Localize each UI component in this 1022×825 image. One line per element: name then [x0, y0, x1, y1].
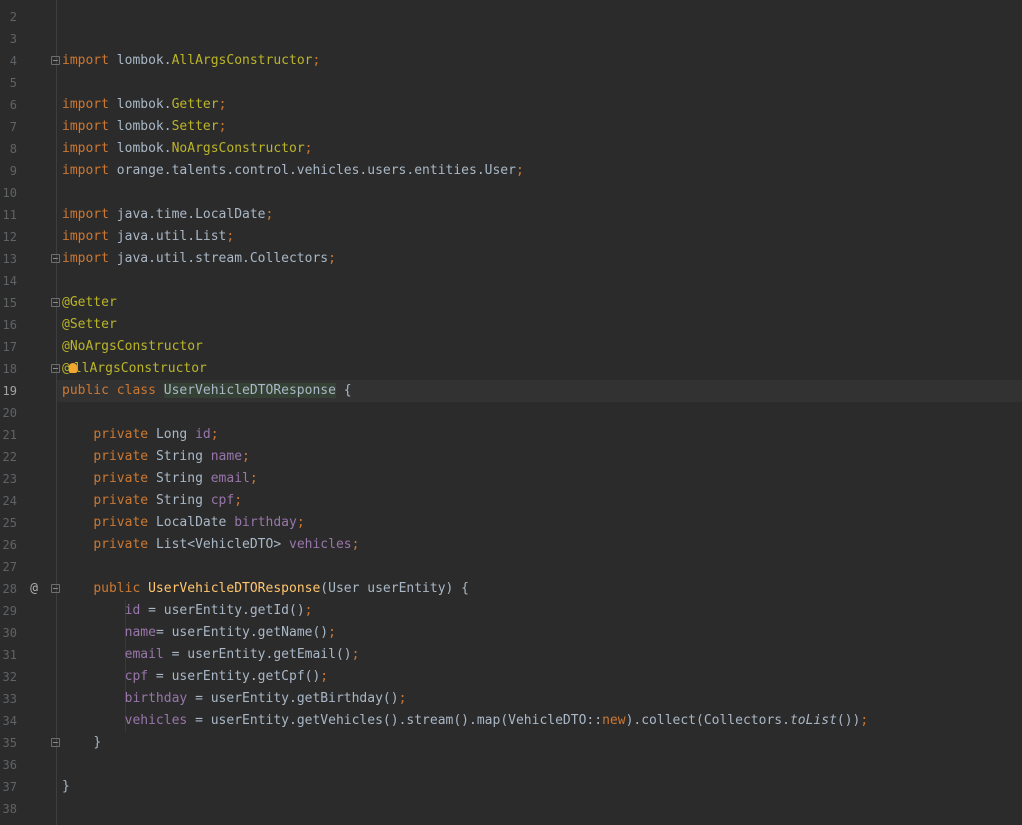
line-number: 35	[2, 736, 17, 750]
line-number: 9	[9, 164, 17, 178]
line-number: 36	[2, 758, 17, 772]
line-number: 7	[9, 120, 17, 134]
code-line: }	[62, 779, 70, 794]
line-number: 3	[9, 32, 17, 46]
line-number: 26	[2, 538, 17, 552]
code-line: vehicles = userEntity.getVehicles().stre…	[124, 713, 869, 728]
line-number-current: 19	[2, 384, 17, 398]
code-line: private String cpf;	[93, 493, 243, 508]
code-area[interactable]: import lombok.AllArgsConstructor; import…	[57, 0, 1022, 825]
code-line: @Getter	[62, 295, 117, 310]
code-line: import lombok.Setter;	[62, 119, 227, 134]
line-number: 8	[9, 142, 17, 156]
code-line: cpf = userEntity.getCpf();	[124, 669, 329, 684]
line-number: 10	[2, 186, 17, 200]
line-number: 2	[9, 10, 17, 24]
code-line: birthday = userEntity.getBirthday();	[124, 691, 407, 706]
line-number: 14	[2, 274, 17, 288]
code-line: private List<VehicleDTO> vehicles;	[93, 537, 360, 552]
code-line: @ llArgsConstructor	[62, 361, 207, 376]
line-number: 37	[2, 780, 17, 794]
override-marker-icon[interactable]: @	[27, 578, 41, 600]
line-number: 22	[2, 450, 17, 464]
line-number: 38	[2, 802, 17, 816]
code-line: private LocalDate birthday;	[93, 515, 305, 530]
line-number: 21	[2, 428, 17, 442]
line-number: 6	[9, 98, 17, 112]
code-line: private Long id;	[93, 427, 219, 442]
line-number: 11	[2, 208, 17, 222]
code-line: email = userEntity.getEmail();	[124, 647, 360, 662]
line-number: 17	[2, 340, 17, 354]
code-line: import java.util.stream.Collectors;	[62, 251, 336, 266]
code-line: private String name;	[93, 449, 250, 464]
code-line: import orange.talents.control.vehicles.u…	[62, 163, 524, 178]
line-number: 25	[2, 516, 17, 530]
line-number-gutter[interactable]: 2 3 4 5 6 7 8 9 10 11 12 13 14 15 16 17 …	[0, 0, 60, 825]
line-number: 31	[2, 648, 17, 662]
code-line: @Setter	[62, 317, 117, 332]
code-line: import java.time.LocalDate;	[62, 207, 274, 222]
code-line: import lombok.NoArgsConstructor;	[62, 141, 313, 156]
line-number: 23	[2, 472, 17, 486]
code-line: id = userEntity.getId();	[124, 603, 313, 618]
code-line: @NoArgsConstructor	[62, 339, 203, 354]
line-number: 18	[2, 362, 17, 376]
intention-bulb-icon[interactable]	[68, 362, 77, 373]
code-line: }	[93, 735, 102, 750]
code-line: private String email;	[93, 471, 258, 486]
line-number: 13	[2, 252, 17, 266]
line-number: 24	[2, 494, 17, 508]
code-line: import lombok.Getter;	[62, 97, 227, 112]
code-line: import lombok.AllArgsConstructor;	[62, 53, 321, 68]
code-line-current: public class UserVehicleDTOResponse {	[57, 380, 1022, 402]
line-number: 34	[2, 714, 17, 728]
line-number: 16	[2, 318, 17, 332]
line-number: 20	[2, 406, 17, 420]
code-line: name= userEntity.getName();	[124, 625, 336, 640]
line-number: 28	[2, 582, 17, 596]
line-number: 4	[9, 54, 17, 68]
code-line: public UserVehicleDTOResponse(User userE…	[93, 581, 470, 596]
line-number: 5	[9, 76, 17, 90]
line-number: 12	[2, 230, 17, 244]
line-number: 32	[2, 670, 17, 684]
code-line: import java.util.List;	[62, 229, 235, 244]
line-number: 27	[2, 560, 17, 574]
line-number: 33	[2, 692, 17, 706]
line-number: 30	[2, 626, 17, 640]
line-number: 15	[2, 296, 17, 310]
line-number: 29	[2, 604, 17, 618]
code-editor[interactable]: 2 3 4 5 6 7 8 9 10 11 12 13 14 15 16 17 …	[0, 0, 1022, 825]
